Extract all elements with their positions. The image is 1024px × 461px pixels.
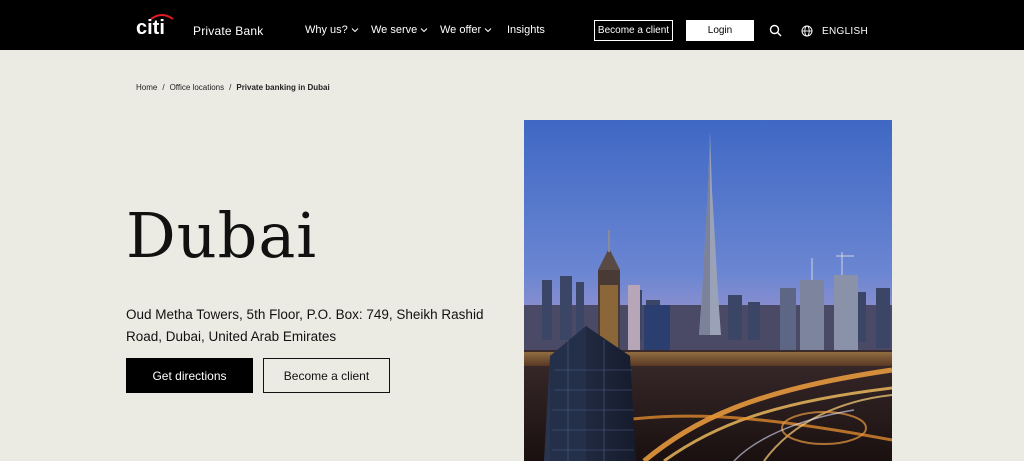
nav-we-serve[interactable]: We serve xyxy=(371,24,428,36)
become-client-button[interactable]: Become a client xyxy=(263,358,390,393)
breadcrumb: Home / Office locations / Private bankin… xyxy=(136,83,330,92)
breadcrumb-current: Private banking in Dubai xyxy=(236,83,330,92)
page-title: Dubai xyxy=(126,199,318,272)
nav-insights[interactable]: Insights xyxy=(507,24,545,36)
dubai-skyline-image xyxy=(524,120,892,461)
globe-icon xyxy=(801,25,813,37)
login-button[interactable]: Login xyxy=(686,20,754,41)
breadcrumb-separator: / xyxy=(162,83,165,92)
brand-subtitle: Private Bank xyxy=(193,24,264,38)
become-client-header-button[interactable]: Become a client xyxy=(594,20,673,41)
chevron-down-icon xyxy=(351,28,359,33)
get-directions-button[interactable]: Get directions xyxy=(126,358,253,393)
breadcrumb-office-locations[interactable]: Office locations xyxy=(170,83,225,92)
search-icon[interactable] xyxy=(769,24,782,37)
chevron-down-icon xyxy=(484,28,492,33)
nav-why-us[interactable]: Why us? xyxy=(305,24,359,36)
language-selector[interactable]: ENGLISH xyxy=(822,26,868,37)
citi-logo[interactable]: citi xyxy=(136,12,178,36)
chevron-down-icon xyxy=(420,28,428,33)
svg-text:citi: citi xyxy=(136,17,165,36)
breadcrumb-separator: / xyxy=(229,83,232,92)
nav-we-offer[interactable]: We offer xyxy=(440,24,492,36)
office-address: Oud Metha Towers, 5th Floor, P.O. Box: 7… xyxy=(126,307,484,344)
top-navigation-bar: citi Private Bank Why us? We serve We of… xyxy=(0,0,1024,50)
breadcrumb-home[interactable]: Home xyxy=(136,83,157,92)
